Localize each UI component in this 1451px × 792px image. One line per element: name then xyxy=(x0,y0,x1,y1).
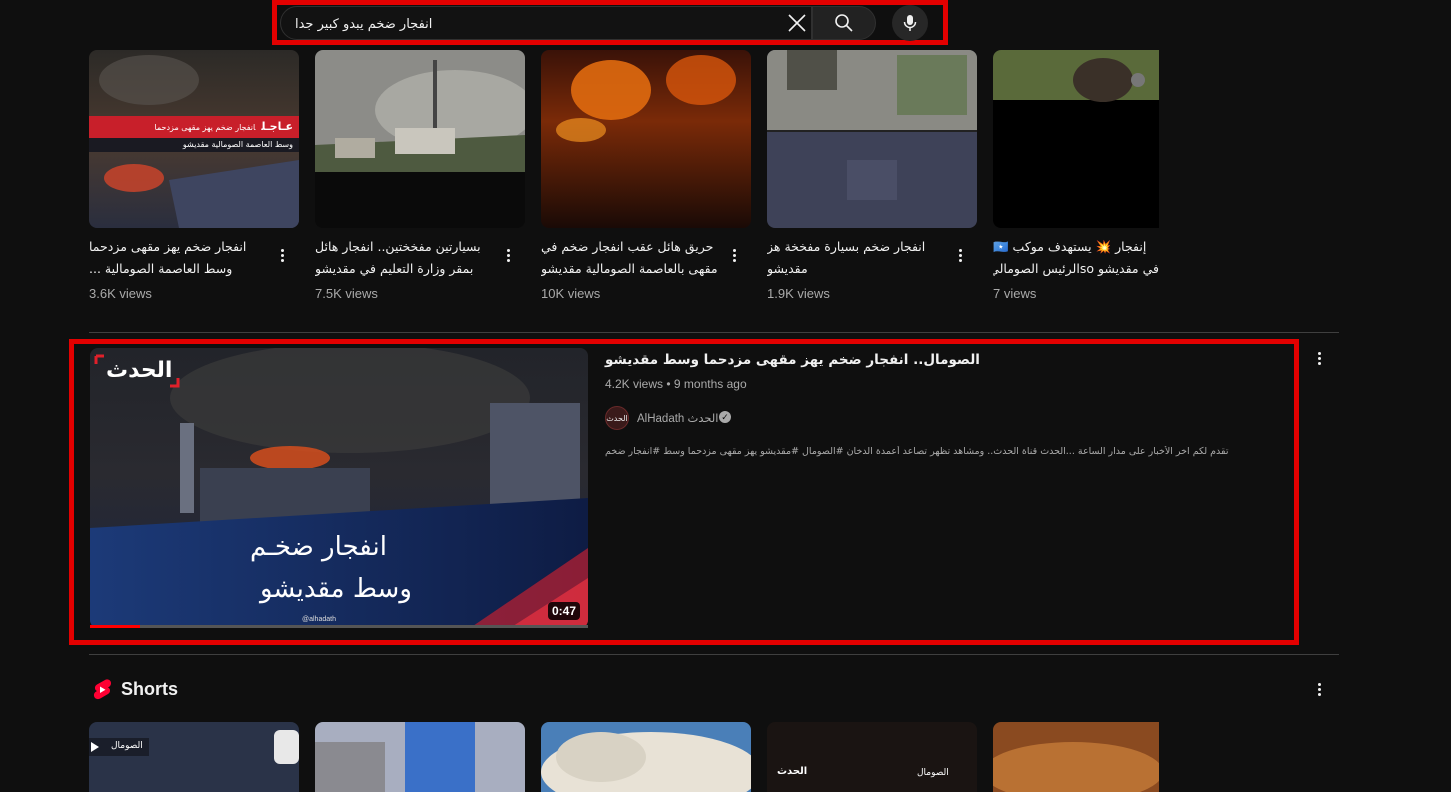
video-title-4[interactable]: انفجار ضخم بسيارة مفخخة هز مقديشو xyxy=(767,236,947,280)
search-icon xyxy=(835,14,853,32)
duration-badge: 0:47 xyxy=(548,602,581,620)
video-views-2: 7.5K views xyxy=(315,286,378,301)
video-views-3: 10K views xyxy=(541,286,601,301)
search-box[interactable] xyxy=(280,6,812,41)
video-thumbnail-2[interactable] xyxy=(315,50,525,228)
short-label: الصومال xyxy=(111,741,143,751)
featured-video-description: تقدم لكم آخر الأخبار على مدار الساعة ...… xyxy=(605,446,1229,457)
video-thumbnail-4[interactable] xyxy=(767,50,977,228)
section-divider xyxy=(89,332,1339,333)
short-label: الصومال xyxy=(917,768,949,778)
short-label: الحدث xyxy=(777,766,808,777)
featured-video-menu-button[interactable] xyxy=(1309,348,1329,368)
video-thumbnail-1[interactable]: عـاجـلانفجار ضخم يهز مقهى مزدحما وسط الع… xyxy=(89,50,299,228)
voice-search-button[interactable] xyxy=(892,5,928,41)
video-views-5: 7 views xyxy=(993,286,1037,301)
video-thumbnail-3[interactable] xyxy=(541,50,751,228)
thumbnail-headline-1: انفجار ضخـم xyxy=(250,532,387,562)
video-thumbnail-5[interactable] xyxy=(993,50,1159,228)
clear-search-button[interactable] xyxy=(782,8,812,38)
search-button[interactable] xyxy=(812,6,876,40)
shorts-section-title: Shorts xyxy=(121,679,179,699)
video-menu-button-2[interactable] xyxy=(498,245,518,265)
channel-avatar[interactable]: الحدث xyxy=(605,406,629,430)
featured-video-meta: 4.2K views • 9 months ago xyxy=(605,377,747,391)
thumbnail-overlay-text: عـاجـلانفجار ضخم يهز مقهى مزدحما xyxy=(154,120,293,133)
video-title-2[interactable]: بسيارتين مفخختين.. انفجار هائل بمقر وزارة… xyxy=(315,236,495,280)
video-menu-button-1[interactable] xyxy=(272,245,292,265)
watch-progress-fill xyxy=(90,625,140,628)
thumbnail-handle: @alhadath xyxy=(302,616,336,623)
video-menu-button-4[interactable] xyxy=(950,245,970,265)
section-divider xyxy=(89,654,1339,655)
channel-name[interactable]: AlHadath الحدث xyxy=(637,411,719,425)
thumbnail-headline-2: وسط مقديشو xyxy=(260,574,412,604)
thumbnail-logo: الحدث xyxy=(106,358,173,383)
featured-video-thumbnail[interactable]: الحدث انفجار ضخـم وسط مقديشو @alhadath xyxy=(90,348,588,628)
video-views-1: 3.6K views xyxy=(89,286,152,301)
video-title-1[interactable]: انفجار ضخم يهز مقهى مزدحما وسط العاصمة ال… xyxy=(89,236,269,280)
watch-progress-bar xyxy=(90,625,588,628)
search-input[interactable] xyxy=(293,7,777,41)
shorts-menu-button[interactable] xyxy=(1309,679,1329,699)
thumbnail-overlay-text: وسط العاصمة الصومالية مقديشو xyxy=(182,140,293,149)
video-title-3[interactable]: حريق هائل عقب انفجار ضخم في مقهى بالعاصمة… xyxy=(541,236,721,280)
verified-icon: ✓ xyxy=(719,411,731,423)
microphone-icon xyxy=(903,15,917,31)
video-menu-button-3[interactable] xyxy=(724,245,744,265)
shorts-icon xyxy=(93,679,112,700)
video-title-5[interactable]: إنفجار 💥 يستهدف موكب 🇸🇴 في مقديشو soالرئي… xyxy=(993,236,1159,280)
featured-video-title[interactable]: الصومال.. انفجار ضخم يهز مقهى مزدحما وسط… xyxy=(605,352,1205,368)
close-icon xyxy=(788,14,806,32)
video-views-4: 1.9K views xyxy=(767,286,830,301)
